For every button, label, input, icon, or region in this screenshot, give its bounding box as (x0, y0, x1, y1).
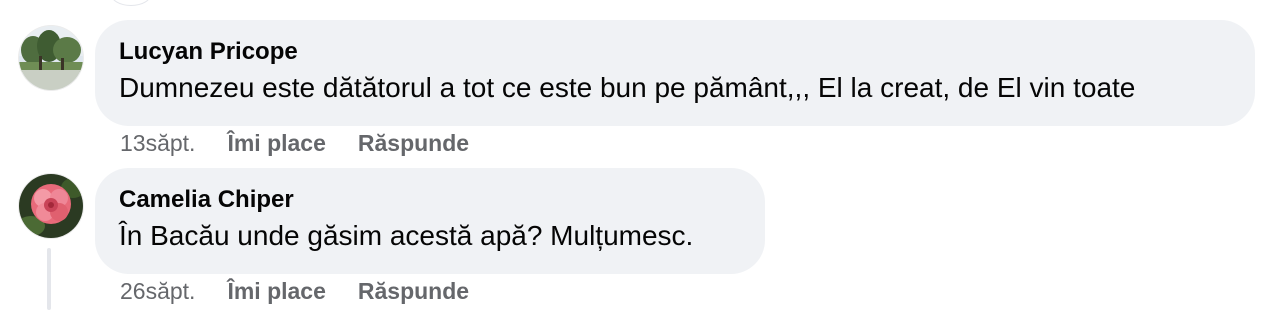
comment-bubble: Camelia Chiper În Bacău unde găsim acest… (95, 168, 765, 274)
reply-thread-line (47, 248, 51, 310)
comment-author[interactable]: Lucyan Pricope (119, 38, 1231, 66)
pink-flower-avatar-icon (19, 174, 83, 238)
avatar[interactable] (19, 26, 83, 90)
reply-button[interactable]: Răspunde (358, 130, 469, 157)
like-button[interactable]: Îmi place (227, 278, 325, 305)
comment-actions: 26săpt. Îmi place Răspunde (120, 278, 469, 305)
reply-button[interactable]: Răspunde (358, 278, 469, 305)
comment-thread: Lucyan Pricope Dumnezeu este dătătorul a… (0, 0, 1270, 310)
comment-timestamp[interactable]: 13săpt. (120, 130, 195, 157)
landscape-trees-avatar-icon (19, 26, 83, 90)
comment-bubble: Lucyan Pricope Dumnezeu este dătătorul a… (95, 20, 1255, 126)
comment-author[interactable]: Camelia Chiper (119, 186, 741, 214)
like-button[interactable]: Îmi place (227, 130, 325, 157)
avatar[interactable] (19, 174, 83, 238)
comment-text: Dumnezeu este dătătorul a tot ce este bu… (119, 72, 1136, 103)
previous-avatar-edge (110, 0, 152, 6)
comment-actions: 13săpt. Îmi place Răspunde (120, 130, 469, 157)
comment-timestamp[interactable]: 26săpt. (120, 278, 195, 305)
comment-text: În Bacău unde găsim acestă apă? Mulțumes… (119, 220, 694, 251)
